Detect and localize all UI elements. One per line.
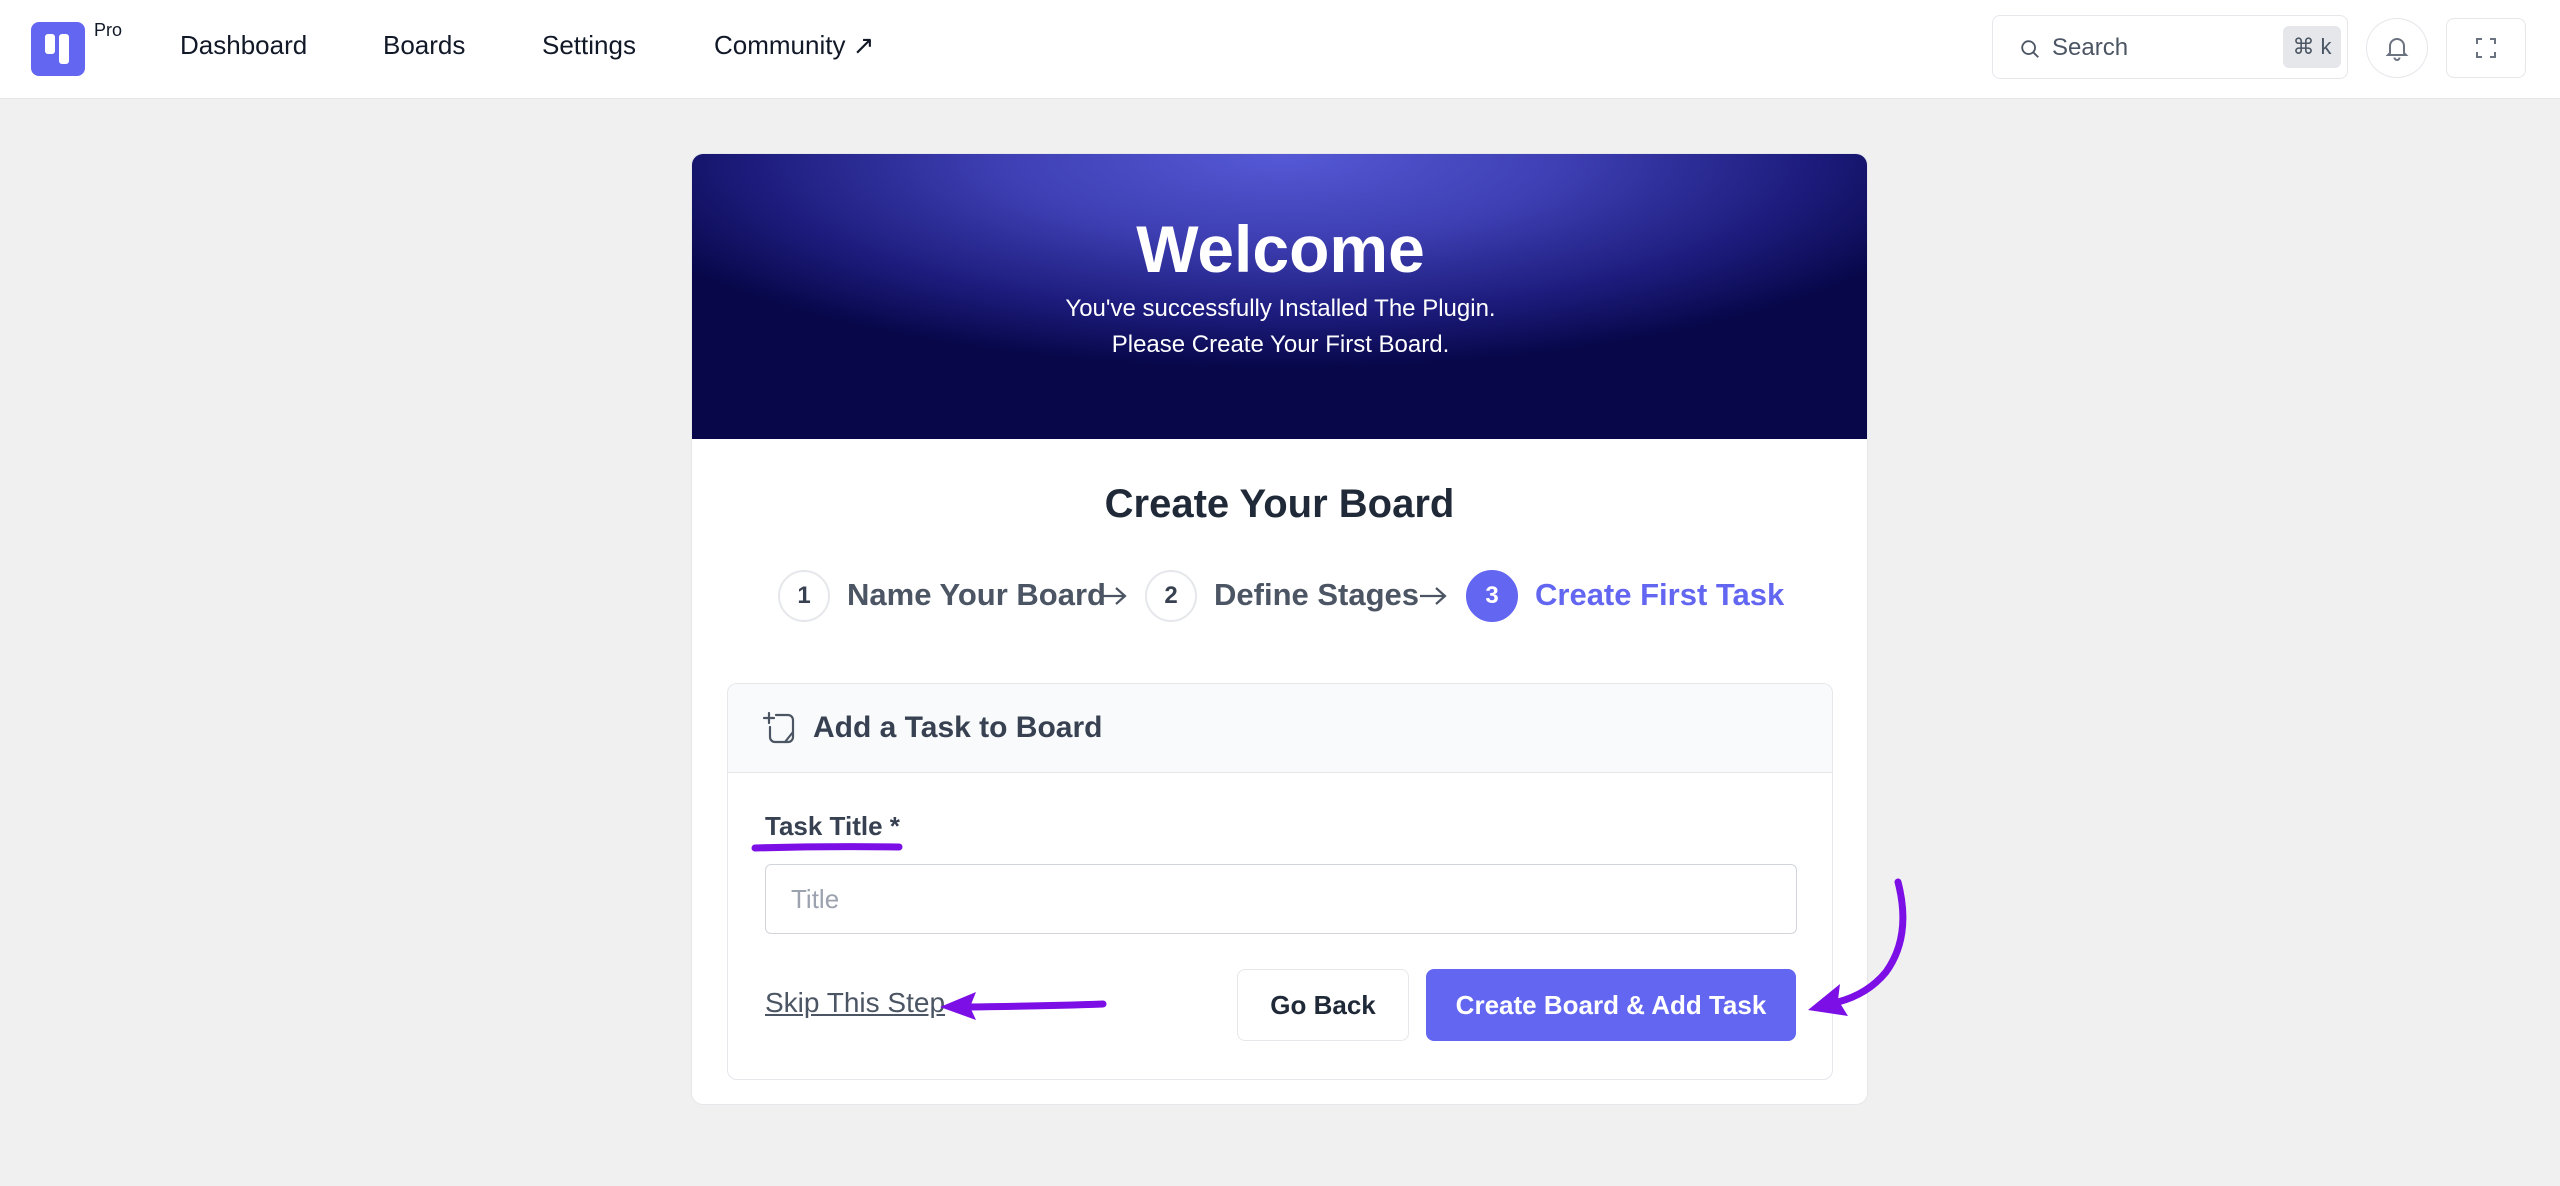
annotation-curved-arrow-icon bbox=[1808, 878, 1907, 1016]
step-3-number[interactable]: 3 bbox=[1466, 570, 1518, 622]
step-3-label[interactable]: Create First Task bbox=[1535, 577, 1784, 613]
go-back-button[interactable]: Go Back bbox=[1237, 969, 1409, 1041]
highlight-underline bbox=[751, 843, 903, 852]
nav-item-boards[interactable]: Boards bbox=[383, 30, 465, 61]
task-title-label: Task Title * bbox=[765, 811, 900, 841]
skip-step-link[interactable]: Skip This Step bbox=[765, 987, 945, 1019]
bell-icon bbox=[2385, 38, 2409, 61]
search-label: Search bbox=[2052, 34, 2129, 61]
nav-item-community[interactable]: Community ↗ bbox=[714, 30, 874, 61]
welcome-subtitle-line2: Please Create Your First Board. bbox=[1111, 331, 1450, 358]
app-logo-icon[interactable] bbox=[31, 22, 85, 76]
annotation-arrow-left-icon bbox=[940, 992, 1107, 1020]
search-shortcut-badge: ⌘ k bbox=[2283, 26, 2341, 68]
nav-item-dashboard[interactable]: Dashboard bbox=[180, 30, 307, 61]
arrow-right-icon bbox=[1420, 587, 1447, 605]
step-1-label[interactable]: Name Your Board bbox=[847, 577, 1106, 613]
panel-header: Add a Task to Board bbox=[728, 684, 1832, 773]
step-2-number[interactable]: 2 bbox=[1145, 570, 1197, 622]
search-icon bbox=[2021, 40, 2039, 58]
welcome-banner: Welcome You've successfully Installed Th… bbox=[692, 154, 1867, 439]
nav-item-settings[interactable]: Settings bbox=[542, 30, 636, 61]
step-1-number[interactable]: 1 bbox=[778, 570, 830, 622]
create-board-add-task-button[interactable]: Create Board & Add Task bbox=[1426, 969, 1796, 1041]
arrow-right-icon bbox=[1100, 587, 1127, 605]
task-title-input[interactable] bbox=[765, 864, 1797, 934]
task-add-icon bbox=[763, 711, 795, 744]
fullscreen-button[interactable] bbox=[2446, 18, 2526, 78]
top-navbar: Pro Dashboard Boards Settings Community … bbox=[0, 0, 2560, 99]
step-2-label[interactable]: Define Stages bbox=[1214, 577, 1419, 613]
panel-title: Add a Task to Board bbox=[813, 711, 1103, 744]
add-task-panel: Add a Task to Board Task Title * Skip Th… bbox=[727, 683, 1833, 1080]
pro-badge: Pro bbox=[94, 20, 123, 40]
onboarding-card: Welcome You've successfully Installed Th… bbox=[691, 153, 1868, 1105]
wizard-title: Create Your Board bbox=[1104, 482, 1455, 526]
search-box[interactable]: Search ⌘ k bbox=[1992, 15, 2348, 79]
notifications-button[interactable] bbox=[2366, 18, 2428, 78]
welcome-subtitle-line1: You've successfully Installed The Plugin… bbox=[1065, 295, 1496, 322]
welcome-title: Welcome bbox=[1136, 212, 1425, 286]
fullscreen-icon bbox=[2476, 38, 2496, 58]
